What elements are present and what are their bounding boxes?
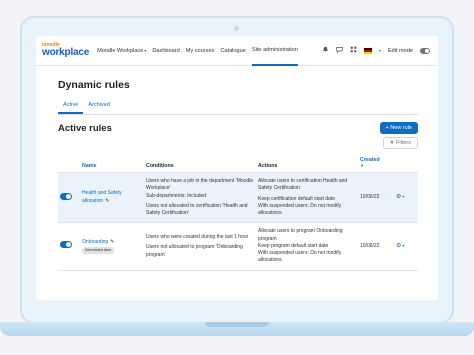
action-text: With suspended users: Do not modify allo…	[258, 202, 342, 216]
rule-name-link[interactable]: Onboarding	[82, 239, 108, 245]
condition-text: Users who have a job in the department '…	[146, 178, 254, 192]
gear-icon[interactable]: ⚙	[396, 194, 401, 200]
action-text: Keep certification default start date	[258, 195, 335, 202]
filters-label: Filters	[396, 140, 411, 146]
tab-bar: Active Archived	[58, 98, 418, 115]
filters-row: ▼ Filters	[58, 137, 418, 149]
scheduled-task-badge: Scheduled task	[82, 246, 114, 255]
pencil-icon[interactable]: ✎	[105, 198, 109, 204]
chevron-down-icon[interactable]: ▾	[402, 194, 404, 199]
row-menu-cell: ⚙▾	[394, 172, 418, 224]
action-text: Allocate users to certification Health a…	[258, 178, 348, 192]
action-text: Allocate users to program Onboarding pro…	[258, 228, 343, 242]
condition-text: Users who were created during the last 1…	[146, 234, 249, 240]
navbar-right: ▾ Edit mode	[322, 46, 430, 55]
row-actions-cell: Allocate users to certification Health a…	[256, 172, 358, 224]
chevron-down-icon[interactable]: ▾	[402, 243, 404, 248]
header-name[interactable]: Name	[80, 154, 144, 173]
row-conditions-cell: Users who were created during the last 1…	[144, 222, 256, 271]
row-conditions-cell: Users who have a job in the department '…	[144, 172, 256, 224]
nav-item-label: Dashboard	[152, 47, 180, 54]
row-menu-cell: ⚙▾	[394, 222, 418, 271]
nav-item-catalogue[interactable]: Catalogue	[220, 36, 246, 66]
table-header-row: Name Conditions Actions Created ▼	[58, 154, 418, 173]
tab-archived[interactable]: Archived	[83, 98, 115, 114]
row-name-cell: Onboarding ✎ Scheduled task	[80, 222, 144, 271]
edit-mode-label: Edit mode	[387, 47, 413, 54]
page-title: Dynamic rules	[58, 79, 130, 91]
rule-name-link[interactable]: Health and Safety allocation	[82, 190, 122, 203]
pencil-icon[interactable]: ✎	[110, 239, 114, 245]
section-header: Active rules + New rule	[58, 122, 418, 134]
nav-item-my-courses[interactable]: My courses	[186, 36, 215, 66]
table-row: Onboarding ✎ Scheduled task Users who wer…	[58, 222, 418, 271]
table-row: Health and Safety allocation ✎ Users who …	[58, 172, 418, 224]
nav-item-label: Catalogue	[220, 47, 246, 54]
brand-logo-big: workplace	[42, 47, 90, 58]
action-text: With suspended users: Do not modify allo…	[258, 250, 342, 264]
row-toggle-cell	[58, 172, 80, 224]
row-created-cell: 10/06/22	[358, 172, 394, 224]
nav-item-dashboard[interactable]: Dashboard	[152, 36, 179, 66]
header-toggle	[58, 154, 80, 173]
language-flag-icon[interactable]	[363, 47, 372, 54]
rule-enabled-toggle[interactable]	[60, 192, 72, 200]
chevron-down-icon: ▾	[144, 47, 147, 53]
section-title: Active rules	[58, 122, 112, 134]
navbar: moodle workplace Moodle Workplace ▾ Dash…	[36, 36, 438, 66]
brand-logo[interactable]: moodle workplace	[42, 43, 89, 58]
grid-icon[interactable]	[350, 46, 357, 55]
sort-desc-icon: ▼	[360, 163, 364, 168]
nav-item-label: My courses	[185, 47, 215, 54]
header-menu	[394, 154, 418, 173]
filter-icon: ▼	[389, 140, 395, 146]
rules-table: Name Conditions Actions Created ▼ Health…	[58, 154, 418, 271]
row-name-cell: Health and Safety allocation ✎	[80, 172, 144, 224]
new-rule-button[interactable]: + New rule	[379, 122, 418, 134]
chat-icon[interactable]	[336, 46, 343, 55]
laptop-base-notch	[205, 322, 269, 327]
action-text: Keep program default start date	[258, 242, 329, 249]
nav-item-site-administration[interactable]: Site administration	[251, 36, 298, 66]
header-created[interactable]: Created ▼	[358, 154, 394, 173]
workplace-menu[interactable]: Moodle Workplace ▾	[97, 36, 146, 66]
gear-icon[interactable]: ⚙	[396, 243, 401, 249]
edit-mode-toggle[interactable]	[420, 47, 430, 54]
filters-button[interactable]: ▼ Filters	[382, 137, 418, 149]
condition-text: Users not allocated to program 'Onboardi…	[146, 244, 243, 258]
workplace-menu-label: Moodle Workplace	[97, 47, 144, 54]
screen: moodle workplace Moodle Workplace ▾ Dash…	[36, 36, 438, 300]
header-actions: Actions	[256, 154, 358, 173]
rule-enabled-toggle[interactable]	[60, 241, 72, 249]
condition-text: Sub-departments: Included	[146, 192, 207, 199]
row-toggle-cell	[58, 222, 80, 271]
row-actions-cell: Allocate users to program Onboarding pro…	[256, 222, 358, 271]
page-content: Dynamic rules Active Archived Active rul…	[36, 66, 438, 271]
tab-active[interactable]: Active	[58, 98, 84, 114]
laptop-camera	[234, 26, 239, 31]
nav-item-label: Site administration	[251, 46, 298, 53]
chevron-down-icon[interactable]: ▾	[379, 48, 381, 53]
row-created-cell: 10/06/22	[358, 222, 394, 271]
bell-icon[interactable]	[322, 46, 329, 55]
condition-text: Users not allocated to certification 'He…	[146, 202, 248, 216]
header-conditions: Conditions	[144, 154, 256, 173]
